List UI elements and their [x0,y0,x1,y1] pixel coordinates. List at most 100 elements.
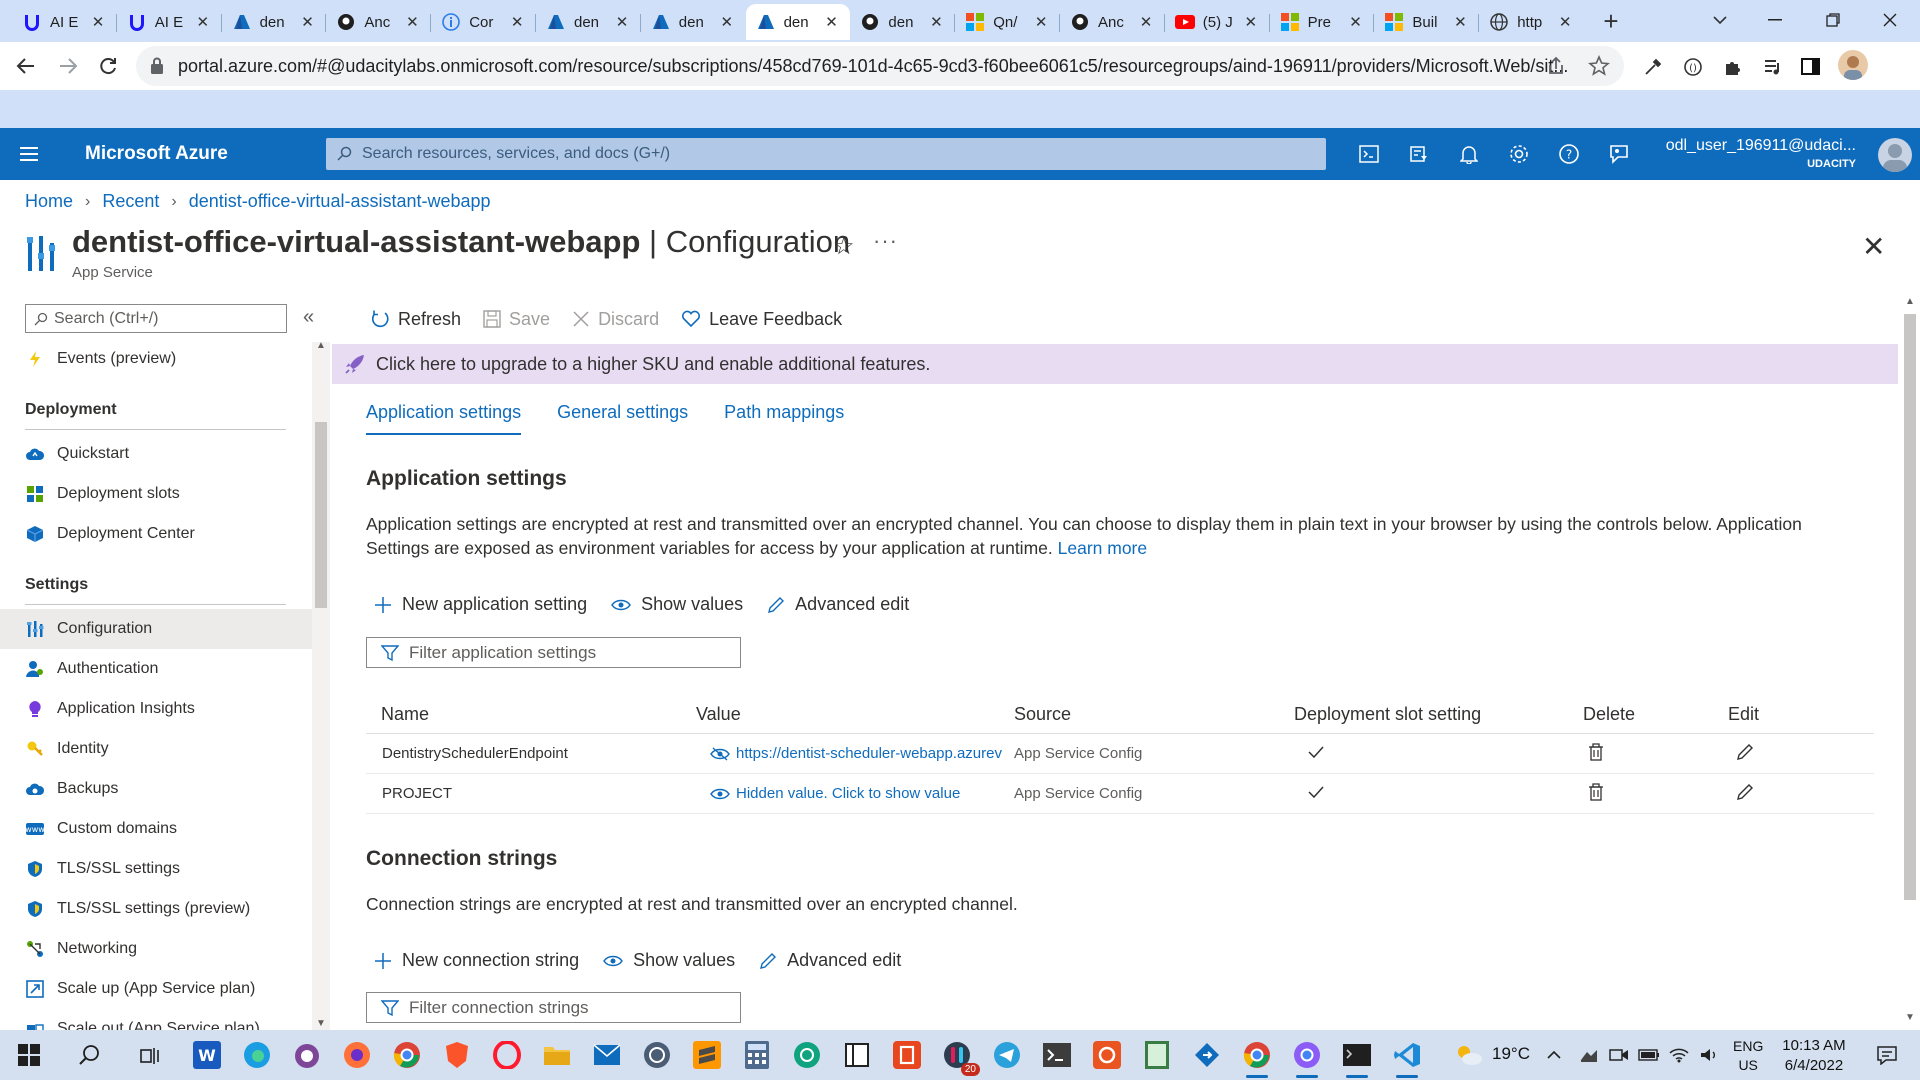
azure-brand[interactable]: Microsoft Azure [85,143,228,165]
media-queue-icon[interactable] [1760,54,1786,80]
eye-icon[interactable] [710,787,730,801]
puzzle-icon[interactable] [1720,54,1746,80]
word-icon[interactable]: W [190,1038,224,1072]
learn-more-link[interactable]: Learn more [1058,538,1148,558]
avatar[interactable] [1878,138,1912,172]
browser-tab[interactable]: Anc ✕ [1060,4,1164,40]
meet-now-icon[interactable] [1608,1038,1630,1072]
setting-value[interactable]: https://dentist-scheduler-webapp.azurev [696,745,1014,762]
firefox-icon[interactable] [340,1038,374,1072]
tab-close-icon[interactable]: ✕ [509,13,525,31]
slack-icon[interactable]: 20 [940,1038,980,1076]
new-application-setting-button[interactable]: New application setting [374,594,587,615]
browser-tab[interactable]: (5) J ✕ [1165,4,1269,40]
browser-tab[interactable]: Anc ✕ [326,4,430,40]
filter-connection-strings-input[interactable]: Filter connection strings [366,992,741,1023]
eyedropper-extension-icon[interactable] [1640,54,1666,80]
content-scrollbar[interactable]: ▲ ▼ [1900,296,1920,1030]
bookmark-star-icon[interactable] [1588,55,1610,77]
app-icon[interactable] [640,1038,674,1072]
content-scroll-thumb[interactable] [1904,314,1916,900]
restore-icon[interactable] [1813,4,1853,36]
tab-close-icon[interactable]: ✕ [928,13,944,31]
clock[interactable]: 10:13 AM 6/4/2022 [1774,1036,1854,1076]
sidebar-item-custom-domains[interactable]: www Custom domains [0,809,312,849]
show-values-button[interactable]: Show values [611,594,743,615]
extension-circle-icon[interactable]: () [1680,54,1706,80]
tab-close-icon[interactable]: ✕ [1033,13,1049,31]
sidebar-item-scale-out-app-service-plan[interactable]: Scale out (App Service plan) [0,1009,312,1030]
tab-close-icon[interactable]: ✕ [824,13,840,31]
task-view-icon[interactable] [132,1038,166,1072]
tab-close-icon[interactable]: ✕ [1243,13,1259,31]
browser-tab[interactable]: AI E ✕ [117,4,221,40]
chrome-active-icon[interactable] [1240,1038,1274,1078]
directory-filter-icon[interactable] [1406,141,1432,167]
mail-icon[interactable] [590,1038,624,1072]
column-source[interactable]: Source [1014,704,1294,725]
save-button[interactable]: Save [483,309,550,330]
wifi-icon[interactable] [1668,1038,1690,1072]
tab-close-icon[interactable]: ✕ [719,13,735,31]
browser-tab[interactable]: Pre ✕ [1270,4,1374,40]
back-icon[interactable] [10,50,42,82]
tab-search-icon[interactable] [1700,4,1740,36]
office-icon[interactable] [890,1038,924,1072]
sidebar-item-authentication[interactable]: Authentication [0,649,312,689]
breadcrumb-item[interactable]: dentist-office-virtual-assistant-webapp [189,191,491,212]
battery-icon[interactable] [1638,1038,1660,1072]
sidebar-item-backups[interactable]: Backups [0,769,312,809]
browser-tab[interactable]: Cor ✕ [431,4,535,40]
tab-close-icon[interactable]: ✕ [90,13,106,31]
chrome-icon[interactable] [390,1038,424,1072]
feedback-icon[interactable] [1606,141,1632,167]
portal-menu-icon[interactable] [18,143,42,165]
new-tab-button[interactable]: + [1596,6,1626,37]
windows-start-icon[interactable] [12,1038,46,1072]
upgrade-banner[interactable]: Click here to upgrade to a higher SKU an… [332,344,1898,384]
tab-application-settings[interactable]: Application settings [366,402,522,435]
sidebar-item-scale-up-app-service-plan[interactable]: Scale up (App Service plan) [0,969,312,1009]
tab-close-icon[interactable]: ✕ [300,13,316,31]
forward-icon[interactable] [52,50,84,82]
edge-icon[interactable] [240,1038,274,1072]
column-name[interactable]: Name [366,704,696,725]
tab-close-icon[interactable]: ✕ [1348,13,1364,31]
menu-search-input[interactable]: Search (Ctrl+/) [25,304,287,333]
browser-tab[interactable]: den ✕ [745,4,850,40]
reload-icon[interactable] [92,50,124,82]
more-options-icon[interactable]: ··· [873,228,898,254]
url-bar[interactable]: portal.azure.com/#@udacitylabs.onmicroso… [136,46,1624,86]
notifications-bell-icon[interactable] [1456,141,1482,167]
tab-close-icon[interactable]: ✕ [1557,13,1573,31]
advanced-edit-button[interactable]: Advanced edit [767,594,909,615]
tor-icon[interactable] [290,1038,324,1072]
column-slot-setting[interactable]: Deployment slot setting [1294,704,1574,725]
discard-button[interactable]: Discard [572,309,659,330]
menu-scroll-thumb[interactable] [315,422,327,608]
sidebar-item-quickstart[interactable]: Quickstart [0,434,312,474]
sidebar-item-tls-ssl-settings[interactable]: TLS/SSL settings [0,849,312,889]
filter-app-settings-input[interactable]: Filter application settings [366,637,741,668]
browser-tab[interactable]: Qn/ ✕ [955,4,1059,40]
show-connection-values-button[interactable]: Show values [603,950,735,971]
telegram-icon[interactable] [990,1038,1024,1072]
sidebar-item-configuration[interactable]: Configuration [0,609,312,649]
chrome-profile-icon[interactable] [1290,1038,1324,1078]
lock-icon[interactable] [150,57,164,75]
scroll-up-icon[interactable]: ▲ [316,340,326,351]
sidebar-item-deployment-slots[interactable]: Deployment slots [0,474,312,514]
weather-temperature[interactable]: 19°C [1492,1044,1530,1064]
browser-tab[interactable]: den ✕ [641,4,745,40]
cmd-icon[interactable] [1340,1038,1374,1078]
tab-close-icon[interactable]: ✕ [404,13,420,31]
share-icon[interactable] [1546,56,1566,76]
sidebar-item-networking[interactable]: Networking [0,929,312,969]
calculator-icon[interactable] [740,1038,774,1072]
tab-close-icon[interactable]: ✕ [195,13,211,31]
sublime-text-icon[interactable] [690,1038,724,1072]
opera-icon[interactable] [490,1038,524,1072]
terminal-icon[interactable] [1040,1038,1074,1072]
scroll-down-icon[interactable]: ▼ [316,1018,326,1029]
notification-center-icon[interactable] [1870,1038,1904,1072]
